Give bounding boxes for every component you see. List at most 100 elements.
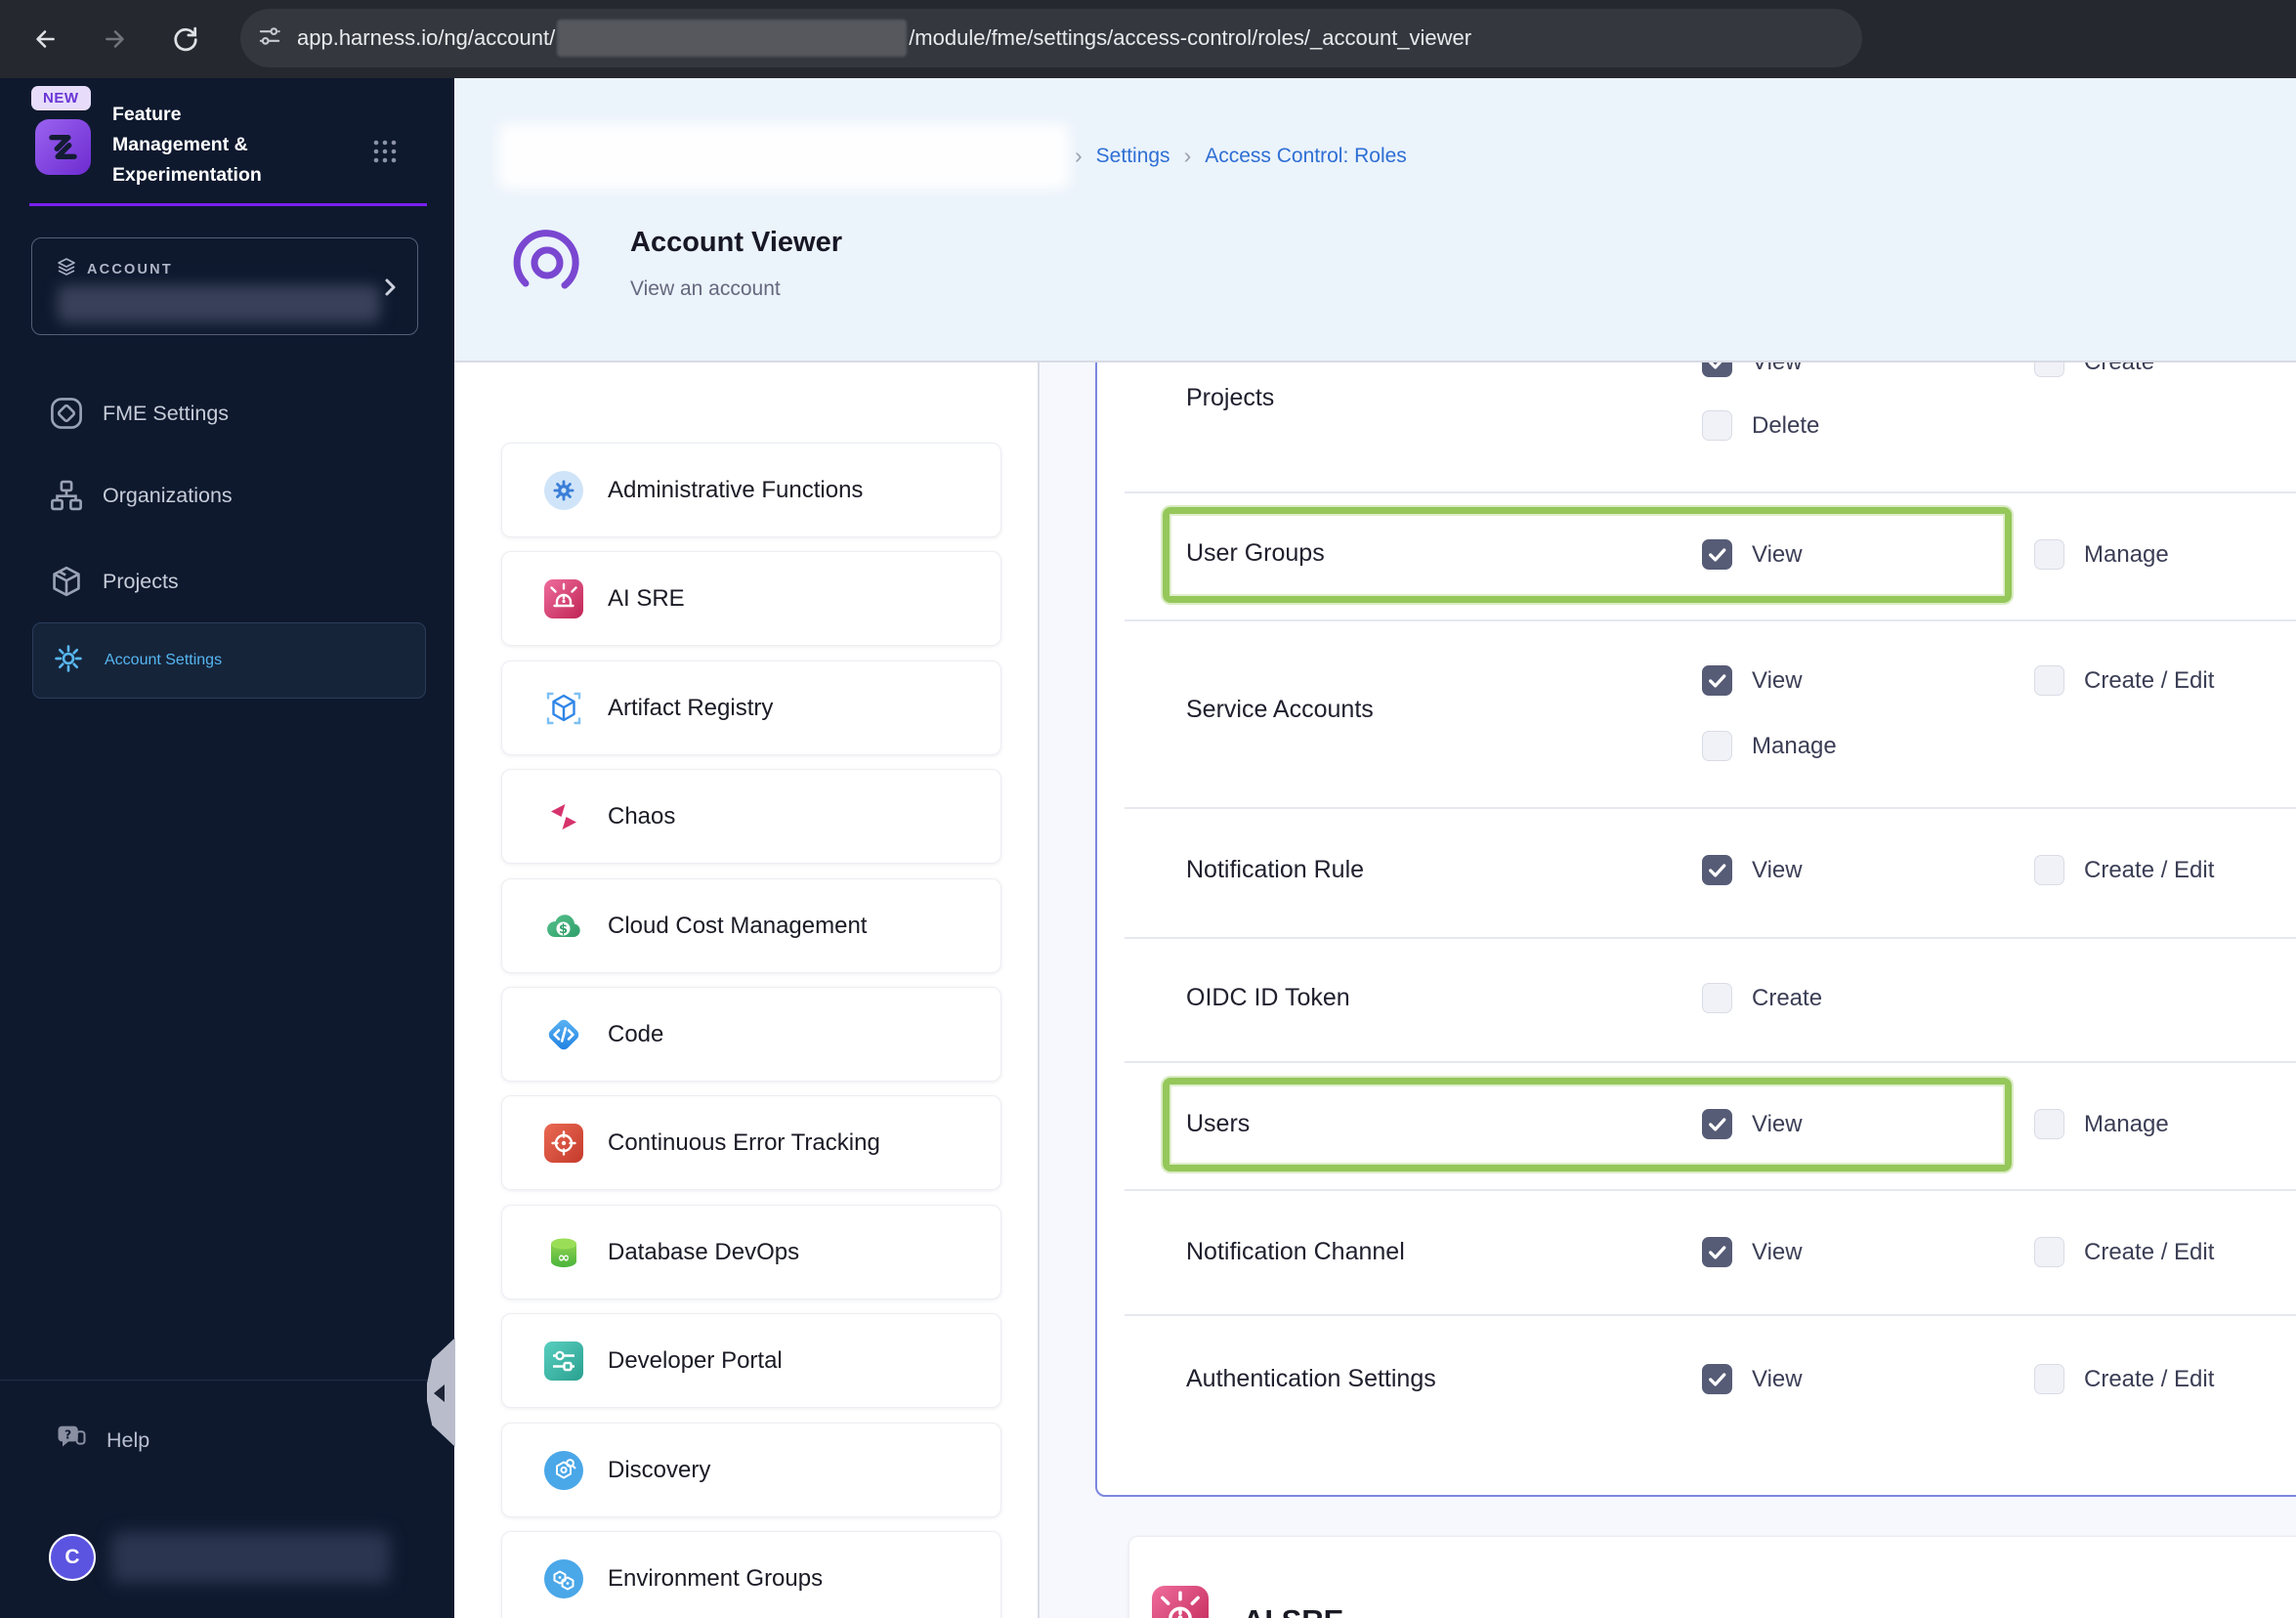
checkbox-label: Create / Edit bbox=[2084, 666, 2215, 694]
module-card-environment-groups[interactable]: Environment Groups bbox=[501, 1531, 1001, 1618]
checkbox-label: Create / Edit bbox=[2084, 856, 2215, 883]
checkbox-label: Manage bbox=[2084, 540, 2169, 568]
permission-resource-users: Users bbox=[1186, 1110, 1251, 1137]
checkbox-manage-unchecked[interactable] bbox=[2034, 539, 2064, 570]
sidebar-item-account-settings[interactable]: Account Settings bbox=[32, 622, 426, 699]
crosshair-icon bbox=[544, 1123, 583, 1163]
module-card-code[interactable]: Code bbox=[501, 987, 1001, 1082]
layers-icon bbox=[56, 256, 77, 282]
reload-icon[interactable] bbox=[168, 21, 203, 57]
checkbox-view-checked[interactable] bbox=[1702, 539, 1732, 570]
permission-notification-rule-create-edit: Create / Edit bbox=[2034, 855, 2214, 885]
sidebar-item-projects[interactable]: Projects bbox=[48, 559, 179, 604]
module-card-discovery[interactable]: Discovery bbox=[501, 1423, 1001, 1517]
browser-toolbar: app.harness.io/ng/account//module/fme/se… bbox=[0, 0, 2296, 78]
back-icon[interactable] bbox=[27, 21, 63, 57]
chevron-right-icon: › bbox=[1075, 143, 1083, 168]
sidebar-item-fme-settings[interactable]: FME Settings bbox=[48, 391, 229, 436]
checkbox-view-checked[interactable] bbox=[1702, 1237, 1732, 1267]
svg-text:∞: ∞ bbox=[558, 1249, 571, 1266]
checkbox-label: View bbox=[1752, 1238, 1803, 1265]
app-grid-icon[interactable] bbox=[372, 139, 398, 164]
split-outline-icon bbox=[48, 395, 85, 432]
row-divider bbox=[1125, 937, 2296, 939]
permission-resource-service-accounts: Service Accounts bbox=[1186, 696, 1374, 723]
checkbox-create-edit-unchecked[interactable] bbox=[2034, 1237, 2064, 1267]
sidebar-item-label: Account Settings bbox=[105, 652, 223, 668]
checkbox-view-checked[interactable] bbox=[1702, 1109, 1732, 1139]
sidebar-item-organizations[interactable]: Organizations bbox=[48, 473, 233, 518]
module-card-label: Continuous Error Tracking bbox=[608, 1128, 880, 1156]
collapse-arrow-icon bbox=[434, 1384, 445, 1402]
breadcrumb-link-access-control-roles[interactable]: Access Control: Roles bbox=[1205, 145, 1407, 168]
checkbox-label: Create bbox=[1752, 984, 1823, 1011]
module-card-artifact-registry[interactable]: Artifact Registry bbox=[501, 660, 1001, 755]
row-divider bbox=[1125, 619, 2296, 621]
checkbox-delete-unchecked[interactable] bbox=[1702, 410, 1732, 441]
permission-authentication-settings-view: View bbox=[1702, 1364, 1803, 1394]
checkbox-label: Create / Edit bbox=[2084, 1238, 2215, 1265]
gear-icon bbox=[50, 640, 87, 682]
cube-icon bbox=[48, 563, 85, 600]
checkbox-manage-unchecked[interactable] bbox=[1702, 731, 1732, 761]
avatar[interactable]: C bbox=[49, 1534, 96, 1581]
permission-resource-projects: Projects bbox=[1186, 384, 1275, 411]
checkbox-create-edit-unchecked[interactable] bbox=[2034, 1364, 2064, 1394]
module-card-label: Administrative Functions bbox=[608, 476, 864, 503]
permission-service-accounts-view: View bbox=[1702, 665, 1803, 696]
redacted-username bbox=[111, 1532, 390, 1583]
hexagon-group-icon bbox=[544, 1558, 583, 1598]
site-info-icon[interactable] bbox=[256, 22, 283, 55]
sidebar-item-help[interactable]: ? Help bbox=[54, 1421, 149, 1461]
permission-users-manage: Manage bbox=[2034, 1109, 2169, 1139]
module-card-ai-sre[interactable]: AI SRE bbox=[501, 551, 1001, 646]
row-divider bbox=[1125, 1189, 2296, 1191]
permission-authentication-settings-create-edit: Create / Edit bbox=[2034, 1364, 2214, 1394]
checkbox-view-checked[interactable] bbox=[1702, 665, 1732, 696]
user-profile[interactable]: C bbox=[49, 1532, 390, 1583]
permission-service-accounts-manage: Manage bbox=[1702, 731, 1837, 761]
checkbox-create-unchecked[interactable] bbox=[1702, 983, 1732, 1013]
module-card-label: Chaos bbox=[608, 802, 676, 830]
module-card-administrative-functions[interactable]: Administrative Functions bbox=[501, 443, 1001, 537]
admin-gear-icon bbox=[544, 470, 583, 510]
checkbox-manage-unchecked[interactable] bbox=[2034, 1109, 2064, 1139]
row-divider bbox=[1125, 1061, 2296, 1063]
checkbox-create-edit-unchecked[interactable] bbox=[2034, 665, 2064, 696]
module-card-label: AI SRE bbox=[608, 584, 685, 612]
hexagon-search-icon bbox=[544, 1450, 583, 1490]
breadcrumb-link-settings[interactable]: Settings bbox=[1096, 145, 1170, 168]
module-card-label: Artifact Registry bbox=[608, 694, 774, 721]
module-card-developer-portal[interactable]: Developer Portal bbox=[501, 1313, 1001, 1408]
chevron-right-icon bbox=[378, 276, 402, 299]
checkbox-label: View bbox=[1752, 540, 1803, 568]
module-card-continuous-error-tracking[interactable]: Continuous Error Tracking bbox=[501, 1095, 1001, 1190]
module-card-label: Cloud Cost Management bbox=[608, 912, 868, 939]
checkbox-view-checked[interactable] bbox=[1702, 855, 1732, 885]
chaos-arrows-icon bbox=[544, 797, 583, 836]
module-card-label: Code bbox=[608, 1020, 664, 1047]
module-card-cloud-cost-management[interactable]: $ Cloud Cost Management bbox=[501, 878, 1001, 973]
svg-text:?: ? bbox=[64, 1428, 71, 1442]
cloud-dollar-icon: $ bbox=[544, 907, 583, 946]
checkbox-create-edit-unchecked[interactable] bbox=[2034, 855, 2064, 885]
checkbox-label: View bbox=[1752, 1110, 1803, 1137]
address-bar[interactable]: app.harness.io/ng/account//module/fme/se… bbox=[240, 9, 1862, 67]
checkbox-view-checked[interactable] bbox=[1702, 1364, 1732, 1394]
sidebar-item-label: Projects bbox=[103, 569, 179, 593]
account-selector[interactable]: ACCOUNT bbox=[31, 237, 418, 335]
account-label: ACCOUNT bbox=[87, 261, 173, 277]
forward-icon[interactable] bbox=[98, 21, 133, 57]
permission-notification-rule-view: View bbox=[1702, 855, 1803, 885]
sidebar: NEW Feature Management & Experimentation… bbox=[0, 76, 454, 1618]
chevron-right-icon: › bbox=[1183, 143, 1192, 168]
module-card-database-devops[interactable]: ∞ Database DevOps bbox=[501, 1205, 1001, 1299]
sidebar-item-label: FME Settings bbox=[103, 401, 230, 425]
checkbox-label: Manage bbox=[1752, 732, 1837, 759]
permission-service-accounts-create-edit: Create / Edit bbox=[2034, 665, 2214, 696]
split-logo-icon bbox=[35, 119, 91, 175]
module-card-chaos[interactable]: Chaos bbox=[501, 769, 1001, 864]
next-module-section: AI SRE bbox=[1128, 1536, 2296, 1618]
permission-resource-oidc-id-token: OIDC ID Token bbox=[1186, 984, 1350, 1011]
next-module-label: AI SRE bbox=[1243, 1603, 1343, 1618]
